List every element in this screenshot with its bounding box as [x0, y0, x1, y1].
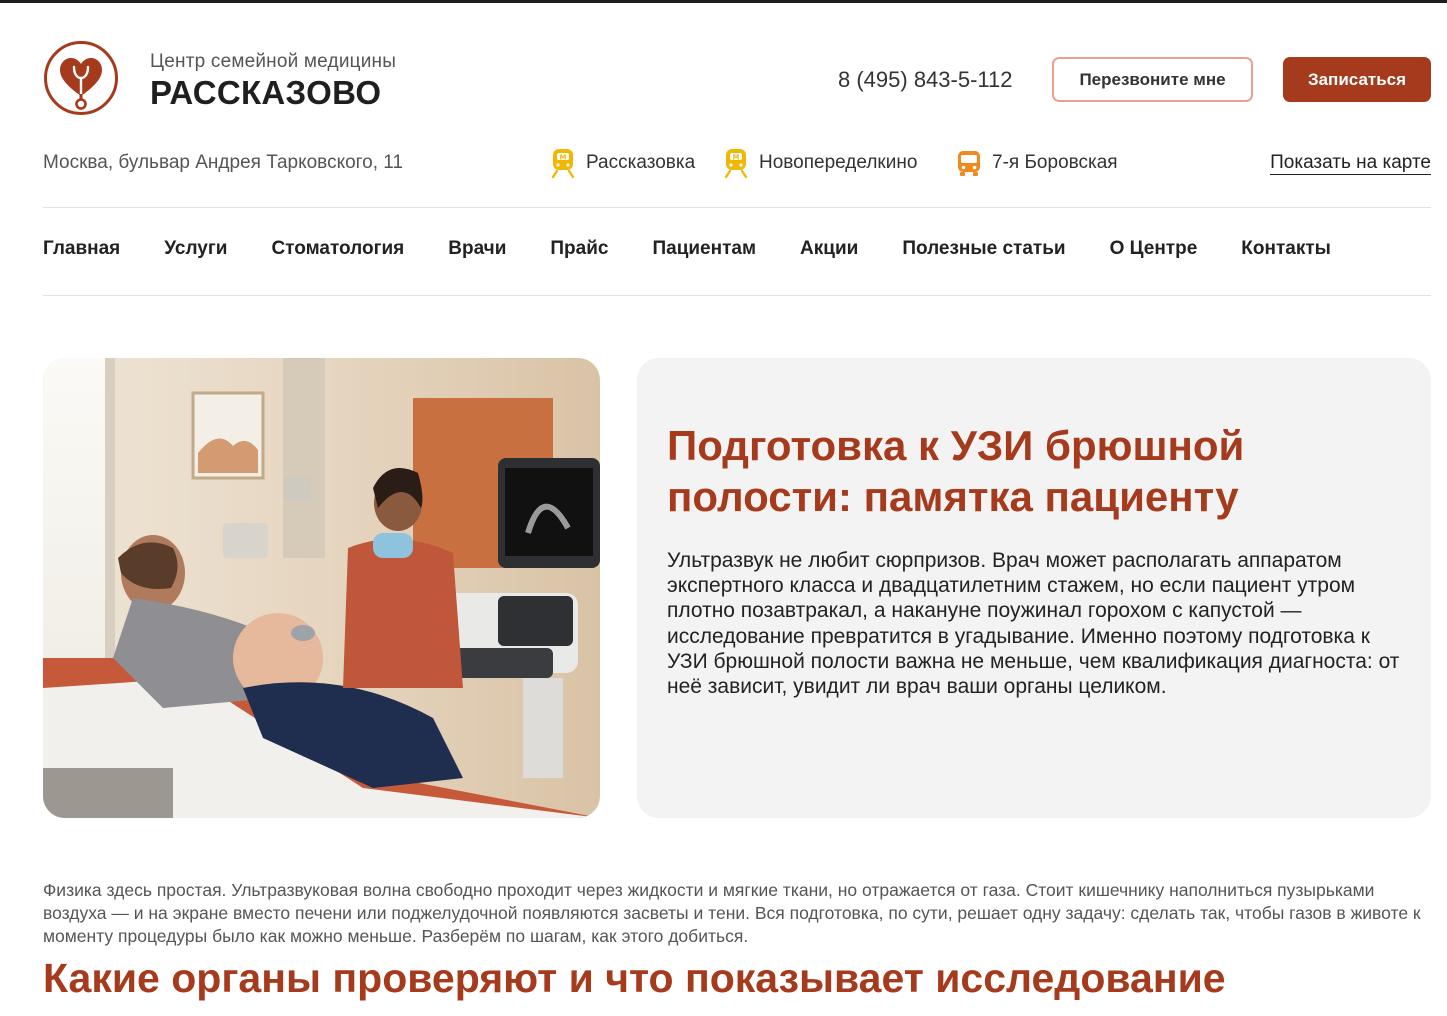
metro-icon: M [550, 148, 576, 179]
brand-name[interactable]: РАССКАЗОВО [150, 74, 381, 112]
nav-item-patients[interactable]: Пациентам [652, 238, 756, 266]
location-bar: Москва, бульвар Андрея Тарковского, 11 M… [43, 146, 1431, 182]
ultrasound-exam-photo [43, 358, 600, 818]
bus-icon [956, 148, 982, 178]
clinic-address: Москва, бульвар Андрея Тарковского, 11 [43, 152, 404, 173]
svg-text:M: M [560, 153, 567, 161]
main-nav: Главная Услуги Стоматология Врачи Прайс … [43, 238, 1375, 266]
section-heading: Какие органы проверяют и что показывает … [43, 955, 1226, 1001]
metro-icon: M [723, 148, 749, 179]
article-intro-paragraph: Физика здесь простая. Ультразвуковая вол… [43, 880, 1421, 947]
nav-item-about[interactable]: О Центре [1110, 238, 1198, 266]
station-novoperedelkino: M Новопеределкино [723, 148, 918, 179]
nav-item-doctors[interactable]: Врачи [448, 238, 506, 266]
brand-subtitle: Центр семейной медицины [150, 51, 397, 72]
heart-stethoscope-logo[interactable] [43, 40, 119, 116]
nav-item-articles[interactable]: Полезные статьи [902, 238, 1065, 266]
station-7-borovskaya: 7-я Боровская [956, 148, 1118, 178]
callback-button[interactable]: Перезвоните мне [1052, 57, 1253, 102]
top-border [0, 0, 1447, 3]
nav-item-contacts[interactable]: Контакты [1241, 238, 1331, 266]
station-rasskazovka: M Рассказовка [550, 148, 696, 179]
divider [43, 295, 1431, 296]
nav-item-home[interactable]: Главная [43, 238, 120, 266]
hero-lead-text: Ультразвук не любит сюрпризов. Врач може… [667, 549, 1400, 698]
divider [43, 207, 1431, 208]
phone-number[interactable]: 8 (495) 843-5-112 [838, 67, 1013, 93]
show-on-map-link[interactable]: Показать на карте [1270, 152, 1431, 175]
station-label: Новопеределкино [759, 152, 918, 173]
site-header: Центр семейной медицины РАССКАЗОВО 8 (49… [43, 40, 1431, 120]
svg-text:M: M [733, 153, 740, 161]
nav-item-dentistry[interactable]: Стоматология [271, 238, 404, 266]
station-label: 7-я Боровская [992, 152, 1118, 173]
nav-item-prices[interactable]: Прайс [550, 238, 608, 266]
hero-card: Подготовка к УЗИ брюшной полости: памятк… [637, 358, 1431, 818]
nav-item-promotions[interactable]: Акции [800, 238, 858, 266]
station-label: Рассказовка [586, 152, 696, 173]
nav-item-services[interactable]: Услуги [164, 238, 227, 266]
signup-button[interactable]: Записаться [1283, 57, 1431, 102]
article-title: Подготовка к УЗИ брюшной полости: памятк… [667, 422, 1245, 521]
